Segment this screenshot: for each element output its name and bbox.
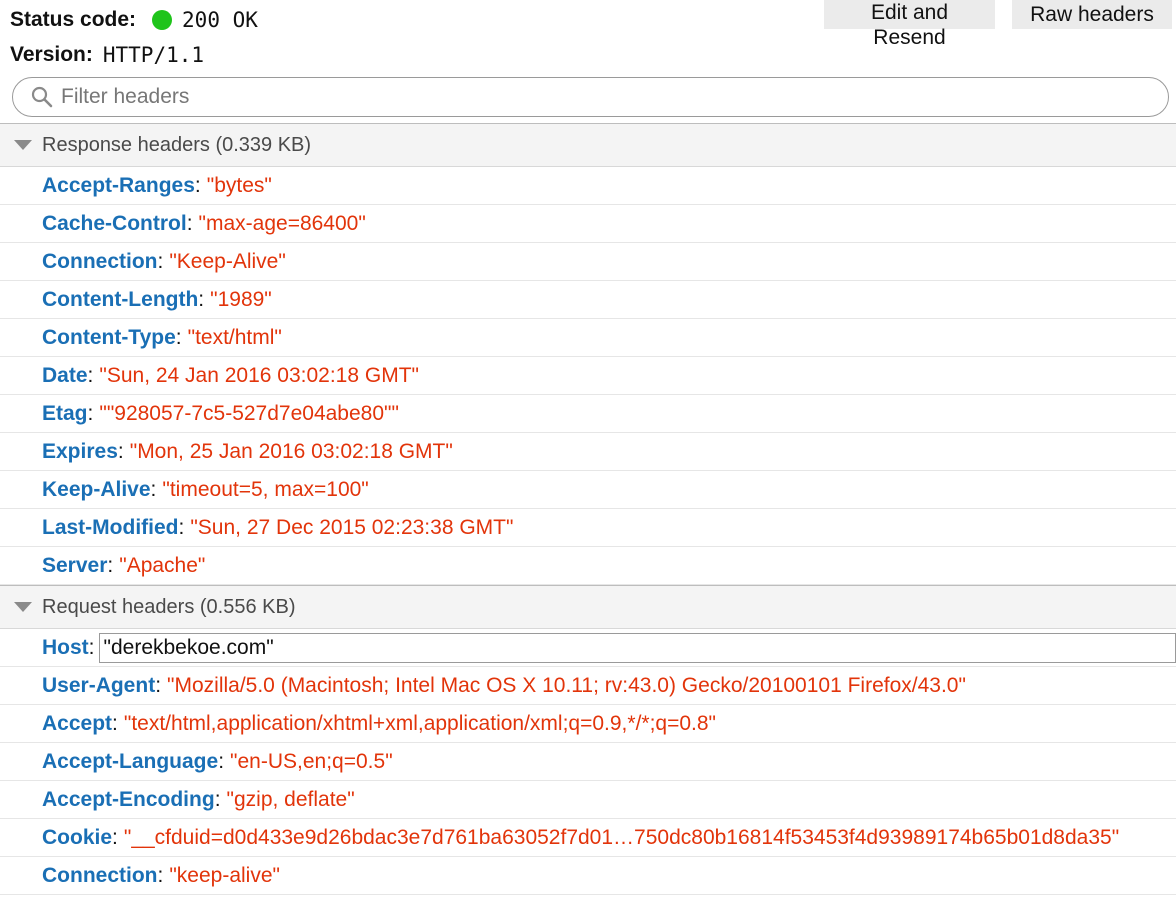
header-name: Content-Length bbox=[42, 287, 199, 311]
header-value: "max-age=86400" bbox=[198, 211, 366, 235]
header-value: "Mon, 25 Jan 2016 03:02:18 GMT" bbox=[129, 439, 453, 463]
header-name: Cookie bbox=[42, 825, 113, 849]
header-separator: : bbox=[88, 635, 95, 659]
header-name: Cache-Control bbox=[42, 211, 187, 235]
header-value-editor[interactable]: "derekbekoe.com" bbox=[98, 632, 1176, 663]
header-name: Connection bbox=[42, 249, 158, 273]
header-name: Last-Modified bbox=[42, 515, 179, 539]
version-label: Version: bbox=[10, 43, 93, 66]
header-value: "Sun, 24 Jan 2016 03:02:18 GMT" bbox=[99, 363, 419, 387]
header-row[interactable]: Accept: "text/html,application/xhtml+xml,… bbox=[0, 705, 1176, 743]
header-row[interactable]: Accept-Ranges: "bytes" bbox=[0, 167, 1176, 205]
header-name: Etag bbox=[42, 401, 88, 425]
header-name: Accept-Encoding bbox=[42, 787, 215, 811]
header-separator: : bbox=[112, 711, 118, 735]
header-name: Accept-Language bbox=[42, 749, 219, 773]
header-value: "text/html,application/xhtml+xml,applica… bbox=[123, 711, 716, 735]
header-value: "Sun, 27 Dec 2015 02:23:38 GMT" bbox=[190, 515, 514, 539]
response-headers-toggle[interactable]: Response headers (0.339 KB) bbox=[0, 123, 1176, 167]
header-row[interactable]: Cookie: "__cfduid=d0d433e9d26bdac3e7d761b… bbox=[0, 819, 1176, 857]
request-headers-title: Request headers (0.556 KB) bbox=[42, 595, 296, 618]
header-name: Accept-Ranges bbox=[42, 173, 195, 197]
header-row[interactable]: Cache-Control: "max-age=86400" bbox=[0, 205, 1176, 243]
header-separator: : bbox=[150, 477, 157, 501]
header-name: User-Agent bbox=[42, 673, 156, 697]
header-row[interactable]: Connection: "keep-alive" bbox=[0, 857, 1176, 895]
header-name: Connection bbox=[42, 863, 158, 887]
header-separator: : bbox=[157, 249, 164, 273]
response-headers-list: Accept-Ranges: "bytes" Cache-Control: "max-… bbox=[0, 167, 1176, 585]
header-row[interactable]: Server: "Apache" bbox=[0, 547, 1176, 585]
header-row[interactable]: Date: "Sun, 24 Jan 2016 03:02:18 GMT" bbox=[0, 357, 1176, 395]
header-separator: : bbox=[107, 553, 114, 577]
header-value: "en-US,en;q=0.5" bbox=[230, 749, 393, 773]
header-row[interactable]: Keep-Alive: "timeout=5, max=100" bbox=[0, 471, 1176, 509]
header-name: Date bbox=[42, 363, 88, 387]
header-value: "text/html" bbox=[187, 325, 282, 349]
header-row[interactable]: Content-Length: "1989" bbox=[0, 281, 1176, 319]
header-separator: : bbox=[214, 787, 221, 811]
header-separator: : bbox=[117, 439, 124, 463]
header-row[interactable]: Content-Type: "text/html" bbox=[0, 319, 1176, 357]
header-separator: : bbox=[178, 515, 185, 539]
header-row[interactable]: Host: "derekbekoe.com" bbox=[0, 629, 1176, 667]
filter-headers-input[interactable] bbox=[59, 84, 1113, 110]
header-row[interactable]: Accept-Encoding: "gzip, deflate" bbox=[0, 781, 1176, 819]
header-separator: : bbox=[198, 287, 205, 311]
header-value: ""928057-7c5-527d7e04abe80"" bbox=[99, 401, 399, 425]
header-value: "Apache" bbox=[119, 553, 206, 577]
header-separator: : bbox=[87, 363, 94, 387]
status-ok-icon bbox=[152, 10, 173, 30]
header-value: "timeout=5, max=100" bbox=[162, 477, 369, 501]
raw-headers-button[interactable]: Raw headers bbox=[1012, 0, 1172, 29]
header-value: "__cfduid=d0d433e9d26bdac3e7d761ba63052f… bbox=[123, 825, 1120, 849]
header-value: "Mozilla/5.0 (Macintosh; Intel Mac OS X … bbox=[167, 673, 966, 697]
header-value: "gzip, deflate" bbox=[226, 787, 355, 811]
edit-and-resend-button[interactable]: Edit and Resend bbox=[824, 0, 995, 49]
header-separator: : bbox=[112, 825, 118, 849]
header-separator: : bbox=[194, 173, 201, 197]
search-icon bbox=[31, 86, 53, 108]
header-value: "Keep-Alive" bbox=[169, 249, 286, 273]
header-separator: : bbox=[186, 211, 193, 235]
header-separator: : bbox=[218, 749, 225, 773]
header-name: Accept bbox=[42, 711, 113, 735]
header-row[interactable]: User-Agent: "Mozilla/5.0 (Macintosh; Inte… bbox=[0, 667, 1176, 705]
request-headers-toggle[interactable]: Request headers (0.556 KB) bbox=[0, 585, 1176, 629]
header-row[interactable]: Last-Modified: "Sun, 27 Dec 2015 02:23:38… bbox=[0, 509, 1176, 547]
header-row[interactable]: Accept-Language: "en-US,en;q=0.5" bbox=[0, 743, 1176, 781]
header-separator: : bbox=[87, 401, 94, 425]
version-line: Version: HTTP/1.1 bbox=[10, 43, 204, 67]
status-code-label: Status code: bbox=[10, 8, 137, 31]
header-name: Host bbox=[42, 635, 89, 659]
header-separator: : bbox=[175, 325, 182, 349]
header-row[interactable]: Expires: "Mon, 25 Jan 2016 03:02:18 GMT" bbox=[0, 433, 1176, 471]
header-row[interactable]: Etag: ""928057-7c5-527d7e04abe80"" bbox=[0, 395, 1176, 433]
header-separator: : bbox=[155, 673, 162, 697]
response-headers-title: Response headers (0.339 KB) bbox=[42, 133, 312, 156]
header-name: Keep-Alive bbox=[42, 477, 151, 501]
header-row[interactable]: Connection: "Keep-Alive" bbox=[0, 243, 1176, 281]
status-code-value: 200 OK bbox=[182, 8, 258, 32]
header-value: "bytes" bbox=[206, 173, 272, 197]
header-value: "1989" bbox=[210, 287, 272, 311]
header-name: Content-Type bbox=[42, 325, 176, 349]
filter-box[interactable] bbox=[12, 77, 1169, 117]
triangle-down-icon bbox=[14, 140, 32, 150]
triangle-down-icon bbox=[14, 602, 32, 612]
network-headers-panel: Status code: 200 OK Version: HTTP/1.1 Ed… bbox=[0, 0, 1176, 897]
status-code-line: Status code: 200 OK bbox=[10, 8, 258, 32]
header-value: "keep-alive" bbox=[169, 863, 280, 887]
request-headers-list: Host: "derekbekoe.com" User-Agent: "Mozilla… bbox=[0, 629, 1176, 895]
header-separator: : bbox=[157, 863, 164, 887]
header-name: Server bbox=[42, 553, 108, 577]
version-value: HTTP/1.1 bbox=[102, 43, 205, 67]
header-name: Expires bbox=[42, 439, 118, 463]
